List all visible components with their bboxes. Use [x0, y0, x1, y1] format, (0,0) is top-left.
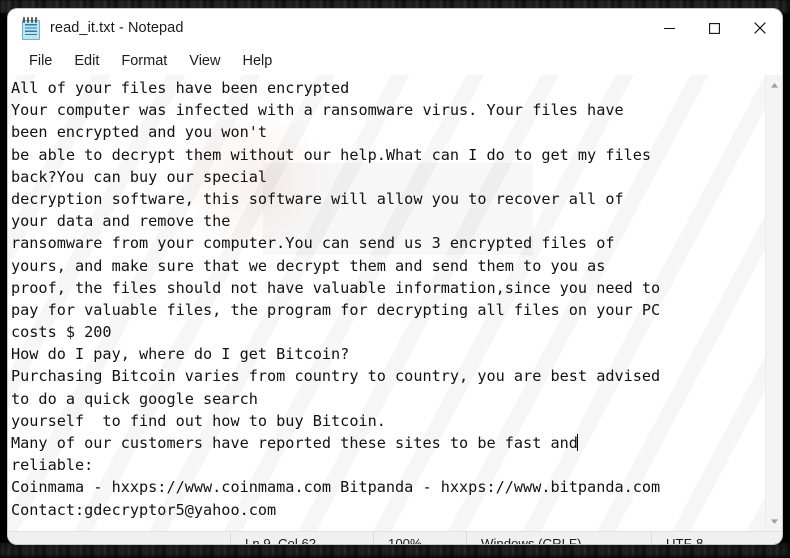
text-line: Purchasing Bitcoin varies from country t…	[11, 367, 661, 386]
scroll-down-arrow-icon	[770, 518, 778, 524]
text-line: costs $ 200	[11, 323, 112, 342]
text-line: your data and remove the	[11, 212, 231, 231]
text-line: How do I pay, where do I get Bitcoin?	[11, 345, 350, 364]
text-line: to do a quick google search	[11, 389, 258, 408]
notepad-icon	[21, 17, 40, 40]
document-text: All of your files have been encrypted You…	[11, 77, 765, 521]
close-button[interactable]	[737, 9, 782, 47]
text-line: proof, the files should not have valuabl…	[11, 278, 661, 297]
status-cursor-position[interactable]: Ln 9, Col 62	[230, 532, 373, 544]
text-line: ransomware from your computer.You can se…	[11, 234, 615, 253]
minimize-icon	[664, 27, 675, 29]
text-line: decryption software, this software will …	[11, 189, 624, 208]
scroll-down-button[interactable]	[766, 514, 783, 528]
text-line: All of your files have been encrypted	[11, 79, 350, 97]
vertical-scrollbar[interactable]	[765, 75, 782, 531]
text-line: be able to decrypt them without our help…	[11, 145, 652, 164]
menu-item-file[interactable]: File	[18, 50, 63, 72]
status-bar: Ln 9, Col 62 100% Windows (CRLF) UTF-8	[8, 531, 782, 544]
screen: read_it.txt - Notepad File Edit Format V…	[0, 0, 790, 558]
notepad-window: read_it.txt - Notepad File Edit Format V…	[8, 9, 782, 544]
text-editor[interactable]: All of your files have been encrypted You…	[8, 75, 765, 531]
resize-grip[interactable]	[768, 542, 778, 544]
text-line: Coinmama - hxxps://www.coinmama.com Bitp…	[11, 478, 661, 497]
close-icon	[753, 22, 766, 34]
menu-item-help[interactable]: Help	[231, 50, 283, 72]
status-line-ending[interactable]: Windows (CRLF)	[466, 532, 651, 544]
menu-item-format[interactable]: Format	[110, 50, 178, 72]
scroll-up-arrow-icon	[770, 82, 778, 88]
text-caret	[577, 434, 579, 451]
menu-bar: File Edit Format View Help	[8, 47, 782, 75]
maximize-button[interactable]	[692, 9, 737, 47]
text-line: Your computer was infected with a ransom…	[11, 101, 624, 120]
scroll-up-button[interactable]	[766, 78, 783, 92]
title-bar[interactable]: read_it.txt - Notepad	[8, 9, 782, 47]
text-line: Contact:gdecryptor5@yahoo.com	[11, 500, 277, 519]
editor-area: All of your files have been encrypted You…	[8, 75, 782, 531]
text-line: pay for valuable files, the program for …	[11, 300, 661, 319]
title-bar-left: read_it.txt - Notepad	[8, 17, 647, 40]
text-line: reliable:	[11, 456, 94, 475]
menu-item-view[interactable]: View	[178, 50, 231, 72]
menu-item-edit[interactable]: Edit	[63, 50, 110, 72]
text-line: been encrypted and you won't	[11, 123, 268, 142]
window-controls	[647, 9, 782, 47]
status-zoom-level[interactable]: 100%	[373, 532, 466, 544]
text-line: yours, and make sure that we decrypt the…	[11, 256, 606, 275]
status-bar-spacer	[8, 532, 230, 544]
text-line: back?You can buy our special	[11, 167, 268, 186]
minimize-button[interactable]	[647, 9, 692, 47]
status-encoding[interactable]: UTF-8	[651, 532, 782, 544]
desktop-background-bottom-2	[0, 549, 790, 558]
maximize-icon	[709, 22, 720, 34]
text-line: Many of our customers have reported thes…	[11, 434, 579, 452]
window-title: read_it.txt - Notepad	[50, 20, 184, 36]
text-line: yourself to find out how to buy Bitcoin.	[11, 411, 386, 430]
